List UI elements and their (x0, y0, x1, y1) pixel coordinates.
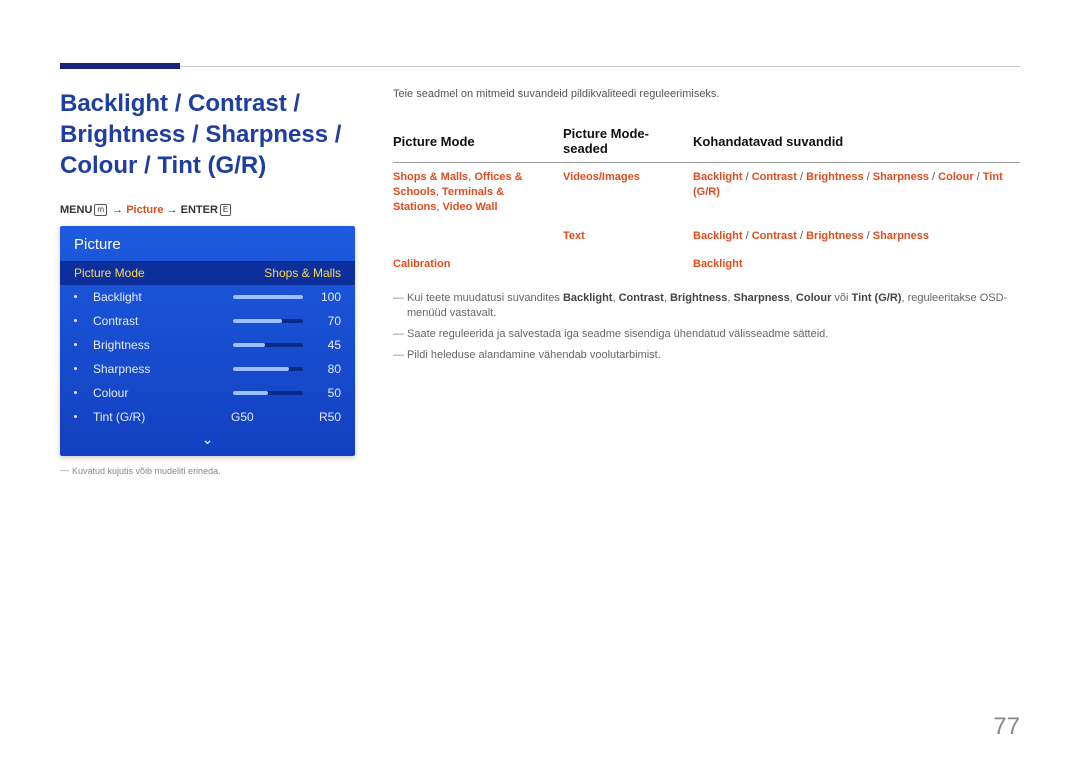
note-2: Saate reguleerida ja salvestada iga sead… (393, 327, 1020, 342)
note-1: Kui teete muudatusi suvandites Backlight… (393, 291, 1020, 321)
section-title: Backlight / Contrast / Brightness / Shar… (60, 88, 355, 182)
note-3: Pildi heleduse alandamine vähendab voolu… (393, 348, 1020, 363)
osd-slider-row[interactable]: Contrast70 (60, 309, 355, 333)
th-kohandatavad: Kohandatavad suvandid (693, 122, 1020, 163)
enter-icon: E (220, 204, 231, 216)
th-picture-mode-seaded: Picture Mode-seaded (563, 122, 693, 163)
table-row: CalibrationBacklight (393, 250, 1020, 279)
th-picture-mode: Picture Mode (393, 122, 563, 163)
menu-icon: m (94, 204, 107, 216)
osd-slider-row[interactable]: Colour50 (60, 381, 355, 405)
osd-title: Picture (60, 226, 355, 261)
table-row: Shops & Malls, Offices & Schools, Termin… (393, 163, 1020, 222)
osd-slider-row[interactable]: Sharpness80 (60, 357, 355, 381)
osd-panel: Picture Picture Mode Shops & Malls Backl… (60, 226, 355, 456)
osd-tint-row[interactable]: Tint (G/R) G50R50 (60, 405, 355, 429)
intro-text: Teie seadmel on mitmeid suvandeid pildik… (393, 88, 1020, 100)
osd-slider-row[interactable]: Backlight100 (60, 285, 355, 309)
chevron-down-icon[interactable]: ⌄ (60, 429, 355, 448)
osd-footnote: Kuvatud kujutis võib mudeliti erineda. (60, 466, 355, 476)
table-row: TextBacklight / Contrast / Brightness / … (393, 222, 1020, 251)
osd-picture-mode-row[interactable]: Picture Mode Shops & Malls (60, 261, 355, 285)
page-number: 77 (993, 713, 1020, 741)
options-table: Picture Mode Picture Mode-seaded Kohanda… (393, 122, 1020, 279)
osd-slider-row[interactable]: Brightness45 (60, 333, 355, 357)
menu-path: MENUm → Picture → ENTERE (60, 204, 355, 216)
